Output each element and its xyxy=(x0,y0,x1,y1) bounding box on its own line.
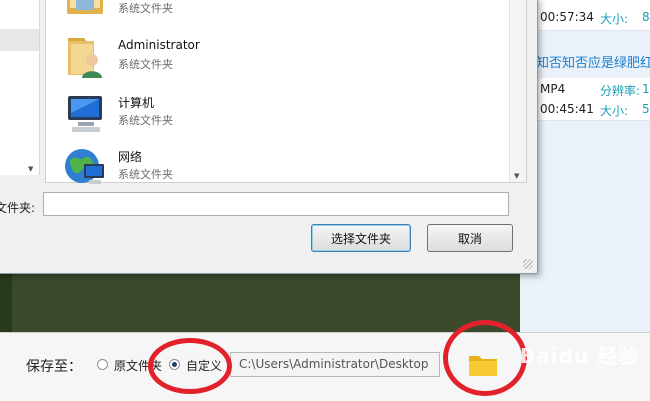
library-folder-icon xyxy=(67,0,103,14)
watermark-logo: Baidu 经验 xyxy=(520,344,640,368)
navigation-pane-selection xyxy=(0,29,39,51)
item-name: Administrator xyxy=(118,38,200,52)
item-name: 网络 xyxy=(118,150,143,164)
vertical-scrollbar[interactable]: ▼ xyxy=(509,0,526,182)
video-format: MP4 xyxy=(540,82,566,96)
video-title-link[interactable]: 知否知否应是绿肥红 xyxy=(536,52,650,71)
video-resolution-value: 1 xyxy=(642,82,650,96)
list-item[interactable]: 计算机 系统文件夹 xyxy=(62,88,362,138)
video-size-label: 大小: xyxy=(600,104,629,118)
user-folder-icon xyxy=(68,38,102,78)
video-row-2[interactable]: MP4 分辨率: 1 00:45:41 大小: 5 xyxy=(520,78,650,121)
list-item[interactable]: Administrator 系统文件夹 xyxy=(62,32,362,82)
video-size-value: 8 xyxy=(642,10,650,24)
video-duration: 00:45:41 xyxy=(540,102,594,116)
computer-icon xyxy=(68,96,102,132)
list-item[interactable]: 网络 系统文件夹 xyxy=(62,142,362,192)
list-item[interactable]: 系统文件夹 xyxy=(62,0,362,26)
item-type: 系统文件夹 xyxy=(118,114,173,127)
navigation-pane[interactable]: ▼ xyxy=(0,0,40,175)
item-name: 计算机 xyxy=(118,96,155,110)
cancel-button[interactable]: 取消 xyxy=(427,224,513,252)
item-type: 系统文件夹 xyxy=(118,2,173,15)
video-size-label: 大小: xyxy=(600,12,629,26)
folder-picker-dialog: ▼ 系统文件夹 Administrator 系统文件夹 计算机 系统文件夹 网络… xyxy=(0,0,538,274)
annotation-circle-custom xyxy=(148,338,232,394)
scroll-down-icon[interactable]: ▼ xyxy=(28,165,33,173)
resize-grip[interactable] xyxy=(523,259,533,269)
video-resolution-label: 分辨率: xyxy=(600,84,641,98)
network-icon xyxy=(65,149,104,184)
video-row-1[interactable]: 00:57:34 大小: 8 xyxy=(520,0,650,31)
radio-original-folder[interactable] xyxy=(97,359,108,370)
select-folder-button[interactable]: 选择文件夹 xyxy=(311,224,411,252)
folder-list[interactable]: 系统文件夹 Administrator 系统文件夹 计算机 系统文件夹 网络 系… xyxy=(45,0,527,184)
annotation-circle-folder xyxy=(443,320,527,396)
scroll-down-icon[interactable]: ▼ xyxy=(514,172,519,180)
save-to-label: 保存至： xyxy=(26,359,82,375)
save-path-field[interactable]: C:\Users\Administrator\Desktop xyxy=(230,352,440,377)
item-type: 系统文件夹 xyxy=(118,58,173,71)
folder-field-label: 文件夹: xyxy=(0,201,36,215)
video-duration: 00:57:34 xyxy=(540,10,594,24)
item-type: 系统文件夹 xyxy=(118,168,173,181)
video-size-value: 5 xyxy=(642,102,650,116)
folder-name-input[interactable] xyxy=(43,192,509,216)
